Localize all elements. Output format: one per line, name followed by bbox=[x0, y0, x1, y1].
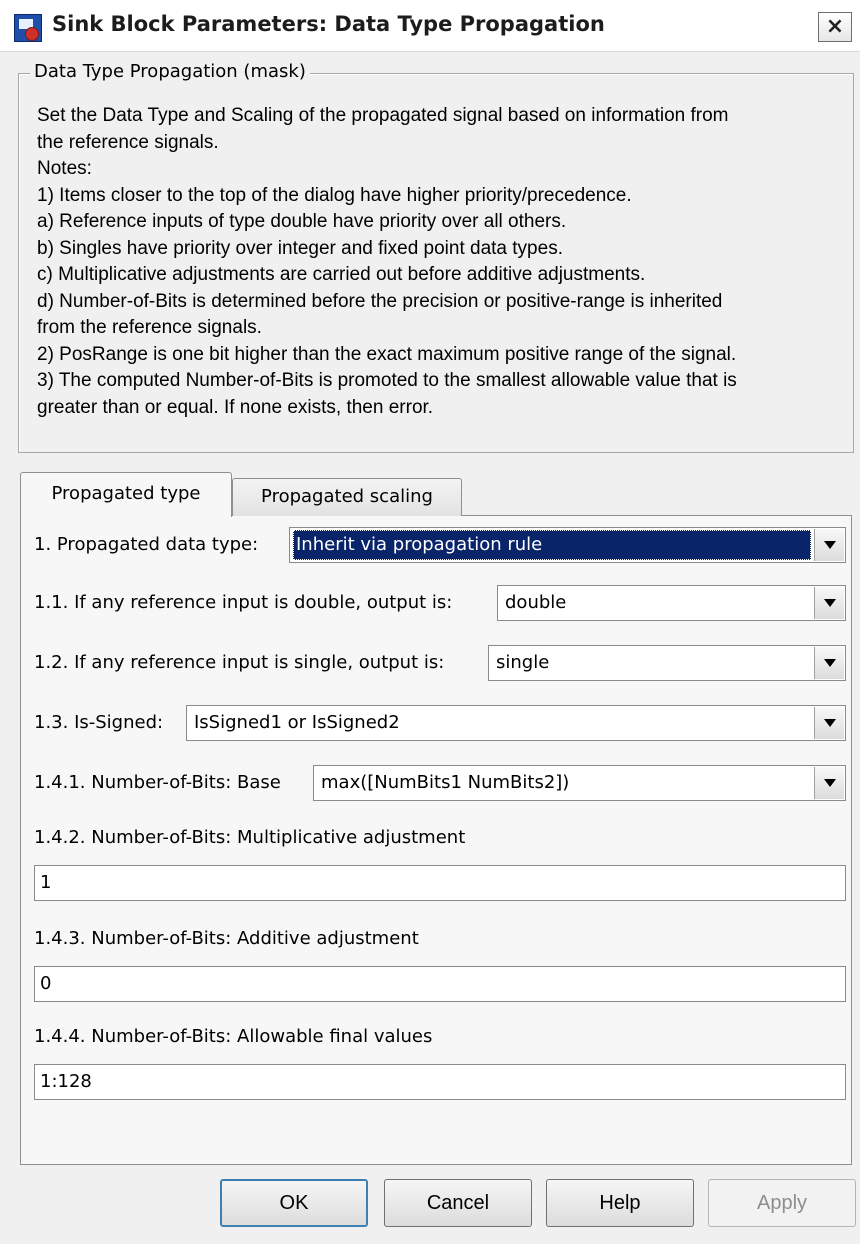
description-line: b) Singles have priority over integer an… bbox=[37, 237, 563, 259]
chevron-down-icon[interactable] bbox=[814, 767, 844, 799]
apply-button[interactable]: Apply bbox=[708, 1179, 856, 1227]
nbits-allowable-input[interactable]: 1:128 bbox=[34, 1064, 846, 1100]
chevron-down-icon[interactable] bbox=[814, 707, 844, 739]
propagated-data-type-value: Inherit via propagation rule bbox=[293, 530, 811, 560]
description-line: 3) The computed Number-of-Bits is promot… bbox=[37, 370, 737, 391]
propagated-data-type-dropdown[interactable]: Inherit via propagation rule bbox=[289, 527, 846, 563]
tab-propagated-type[interactable]: Propagated type bbox=[20, 472, 232, 517]
is-signed-dropdown[interactable]: IsSigned1 or IsSigned2 bbox=[186, 705, 846, 741]
nbits-allowable-label: 1.4.4. Number-of-Bits: Allowable final v… bbox=[34, 1026, 433, 1047]
help-button[interactable]: Help bbox=[546, 1179, 694, 1227]
description-line: Set the Data Type and Scaling of the pro… bbox=[37, 105, 729, 126]
description-line: c) Multiplicative adjustments are carrie… bbox=[37, 264, 646, 285]
nbits-add-label: 1.4.3. Number-of-Bits: Additive adjustme… bbox=[34, 928, 419, 949]
close-button[interactable]: × bbox=[818, 12, 852, 42]
is-signed-value: IsSigned1 or IsSigned2 bbox=[194, 712, 400, 733]
if-double-dropdown[interactable]: double bbox=[497, 585, 846, 621]
mask-description: Set the Data Type and Scaling of the pro… bbox=[37, 103, 847, 421]
if-single-value: single bbox=[496, 652, 550, 673]
description-line: 1) Items closer to the top of the dialog… bbox=[37, 184, 632, 206]
description-line: Notes: bbox=[37, 158, 92, 179]
nbits-add-input[interactable]: 0 bbox=[34, 966, 846, 1002]
nbits-mult-label: 1.4.2. Number-of-Bits: Multiplicative ad… bbox=[34, 827, 466, 848]
title-bar[interactable]: Sink Block Parameters: Data Type Propaga… bbox=[0, 0, 860, 52]
if-single-dropdown[interactable]: single bbox=[488, 645, 846, 681]
nbits-base-value: max([NumBits1 NumBits2]) bbox=[321, 772, 570, 793]
description-line: a) Reference inputs of type double have … bbox=[37, 211, 567, 232]
description-line: 2) PosRange is one bit higher than the e… bbox=[37, 343, 737, 365]
description-line: d) Number-of-Bits is determined before t… bbox=[37, 290, 723, 312]
mask-group-legend: Data Type Propagation (mask) bbox=[30, 60, 310, 84]
if-double-value: double bbox=[505, 592, 567, 613]
tab-propagated-scaling[interactable]: Propagated scaling bbox=[232, 478, 462, 516]
simulink-block-icon bbox=[14, 14, 42, 42]
chevron-down-icon[interactable] bbox=[814, 587, 844, 619]
chevron-down-icon[interactable] bbox=[814, 529, 844, 561]
if-double-label: 1.1. If any reference input is double, o… bbox=[34, 592, 453, 613]
propagated-data-type-label: 1. Propagated data type: bbox=[34, 534, 259, 555]
ok-button[interactable]: OK bbox=[220, 1179, 368, 1227]
description-line: greater than or equal. If none exists, t… bbox=[37, 396, 434, 418]
nbits-base-dropdown[interactable]: max([NumBits1 NumBits2]) bbox=[313, 765, 846, 801]
if-single-label: 1.2. If any reference input is single, o… bbox=[34, 652, 445, 673]
dialog-window: Sink Block Parameters: Data Type Propaga… bbox=[0, 0, 860, 1244]
chevron-down-icon[interactable] bbox=[814, 647, 844, 679]
nbits-mult-input[interactable]: 1 bbox=[34, 865, 846, 901]
description-line: the reference signals. bbox=[37, 131, 219, 153]
cancel-button[interactable]: Cancel bbox=[384, 1179, 532, 1227]
nbits-base-label: 1.4.1. Number-of-Bits: Base bbox=[34, 772, 281, 793]
window-title: Sink Block Parameters: Data Type Propaga… bbox=[52, 12, 605, 36]
description-line: from the reference signals. bbox=[37, 317, 262, 338]
is-signed-label: 1.3. Is-Signed: bbox=[34, 712, 164, 733]
